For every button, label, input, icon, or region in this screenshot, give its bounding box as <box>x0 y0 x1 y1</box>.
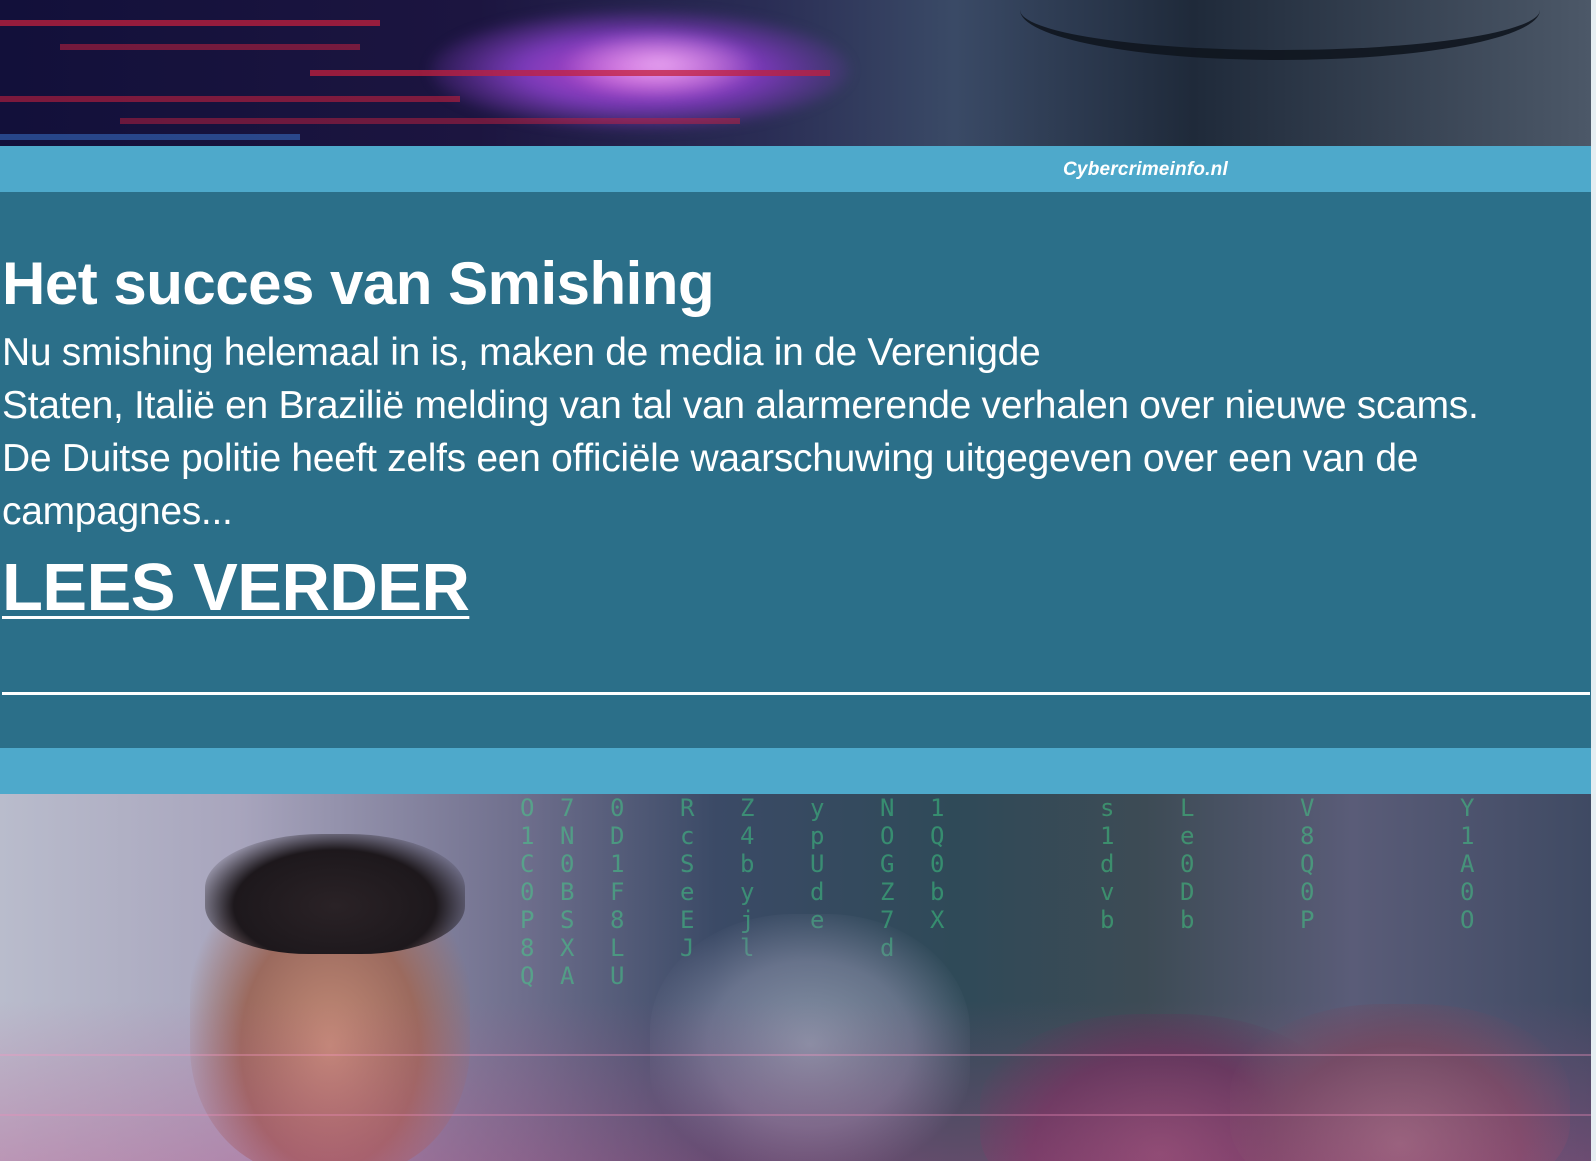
read-more-link[interactable]: LEES VERDER <box>2 548 470 628</box>
content-column: Cybercrimeinfo.nl Het succes van Smishin… <box>0 0 1591 1161</box>
page: Cybercrimeinfo.nl Het succes van Smishin… <box>0 0 1596 1161</box>
hero-image-glitch <box>0 0 1591 146</box>
section-divider <box>2 692 1590 695</box>
excerpt-line: Nu smishing helemaal in is, maken de med… <box>2 331 1041 374</box>
next-article-bar <box>0 748 1591 794</box>
article-title: Het succes van Smishing <box>2 250 715 317</box>
excerpt-line: campagnes... <box>2 490 233 533</box>
next-article-image: O1C0P8Q 7N0BSXA 0D1F8LU RcSeEJ Z4byjl yp… <box>0 794 1591 1161</box>
excerpt-line: De Duitse politie heeft zelfs een offici… <box>2 437 1419 480</box>
article-excerpt: Nu smishing helemaal in is, maken de med… <box>2 326 1590 538</box>
hero-caption-bar: Cybercrimeinfo.nl <box>0 146 1591 192</box>
image-credit: Cybercrimeinfo.nl <box>1063 159 1228 180</box>
excerpt-line: Staten, Italië en Brazilië melding van t… <box>2 384 1479 427</box>
page-edge <box>1591 0 1596 1161</box>
